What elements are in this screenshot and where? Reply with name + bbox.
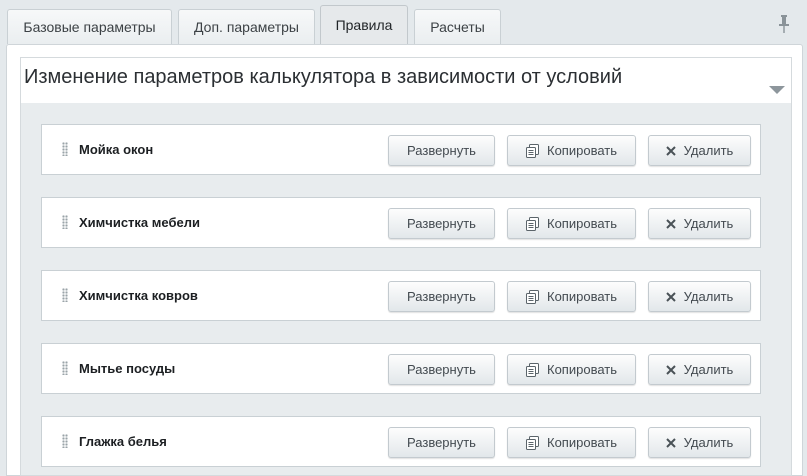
copy-icon	[526, 216, 539, 231]
delete-label: Удалить	[683, 362, 734, 377]
copy-button[interactable]: Копировать	[507, 208, 636, 239]
rule-name: Мойка окон	[79, 142, 154, 157]
expand-button[interactable]: Развернуть	[388, 208, 495, 239]
copy-button[interactable]: Копировать	[507, 427, 636, 458]
delete-label: Удалить	[683, 216, 734, 231]
expand-button[interactable]: Развернуть	[388, 354, 495, 385]
rule-row: Химчистка мебели Развернуть Копировать У…	[41, 197, 761, 248]
delete-button[interactable]: Удалить	[648, 281, 751, 312]
pin-icon[interactable]	[777, 14, 791, 34]
expand-label: Развернуть	[407, 435, 476, 450]
close-icon	[665, 437, 676, 448]
rule-row: Глажка белья Развернуть Копировать Удали…	[41, 416, 761, 467]
rule-name: Глажка белья	[79, 434, 167, 449]
copy-icon	[526, 362, 539, 377]
close-icon	[665, 291, 676, 302]
rules-list: Мойка окон Развернуть Копировать Удалить…	[20, 103, 792, 476]
expand-button[interactable]: Развернуть	[388, 427, 495, 458]
tab-rules[interactable]: Правила	[320, 5, 408, 44]
tab-bar: Базовые параметры Доп. параметры Правила…	[0, 0, 807, 44]
expand-label: Развернуть	[407, 143, 476, 158]
tab-basic-parameters[interactable]: Базовые параметры	[7, 9, 172, 44]
expand-label: Развернуть	[407, 362, 476, 377]
section-title: Изменение параметров калькулятора в зави…	[24, 66, 623, 88]
delete-button[interactable]: Удалить	[648, 208, 751, 239]
drag-handle-icon[interactable]	[62, 142, 68, 156]
copy-label: Копировать	[547, 362, 617, 377]
delete-label: Удалить	[683, 143, 734, 158]
delete-label: Удалить	[683, 289, 734, 304]
drag-handle-icon[interactable]	[62, 361, 68, 375]
drag-handle-icon[interactable]	[62, 288, 68, 302]
drag-handle-icon[interactable]	[62, 215, 68, 229]
rule-row: Мытье посуды Развернуть Копировать Удали…	[41, 343, 761, 394]
copy-button[interactable]: Копировать	[507, 281, 636, 312]
drag-handle-icon[interactable]	[62, 434, 68, 448]
tab-extra-parameters[interactable]: Доп. параметры	[178, 9, 315, 44]
rule-row: Химчистка ковров Развернуть Копировать У…	[41, 270, 761, 321]
section-header: Изменение параметров калькулятора в зави…	[20, 57, 792, 104]
expand-button[interactable]: Развернуть	[388, 135, 495, 166]
copy-label: Копировать	[547, 216, 617, 231]
rule-name: Химчистка мебели	[79, 215, 200, 230]
delete-button[interactable]: Удалить	[648, 135, 751, 166]
rule-row: Мойка окон Развернуть Копировать Удалить	[41, 124, 761, 175]
expand-label: Развернуть	[407, 289, 476, 304]
delete-label: Удалить	[683, 435, 734, 450]
copy-label: Копировать	[547, 435, 617, 450]
copy-icon	[526, 289, 539, 304]
close-icon	[665, 364, 676, 375]
tab-calculations[interactable]: Расчеты	[414, 9, 501, 44]
rules-panel: Изменение параметров калькулятора в зави…	[6, 44, 803, 476]
expand-label: Развернуть	[407, 216, 476, 231]
copy-button[interactable]: Копировать	[507, 135, 636, 166]
rule-name: Химчистка ковров	[79, 288, 198, 303]
close-icon	[665, 145, 676, 156]
delete-button[interactable]: Удалить	[648, 354, 751, 385]
expand-button[interactable]: Развернуть	[388, 281, 495, 312]
rule-name: Мытье посуды	[79, 361, 176, 376]
delete-button[interactable]: Удалить	[648, 427, 751, 458]
copy-icon	[526, 143, 539, 158]
triangle-down-icon[interactable]	[769, 86, 785, 94]
copy-button[interactable]: Копировать	[507, 354, 636, 385]
close-icon	[665, 218, 676, 229]
copy-icon	[526, 435, 539, 450]
copy-label: Копировать	[547, 143, 617, 158]
copy-label: Копировать	[547, 289, 617, 304]
